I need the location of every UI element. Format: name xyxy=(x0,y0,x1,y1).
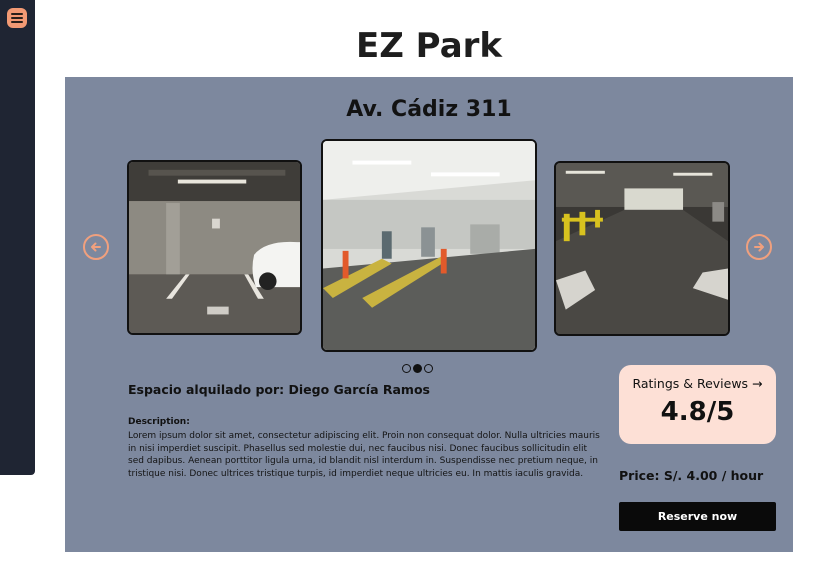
listing-address: Av. Cádiz 311 xyxy=(346,97,512,122)
ratings-reviews-card[interactable]: Ratings & Reviews → 4.8/5 xyxy=(619,365,776,444)
carousel-prev-button[interactable] xyxy=(83,234,109,260)
price-label: Price: S/. 4.00 / hour xyxy=(619,468,764,483)
arrow-left-circle-icon xyxy=(91,242,101,252)
carousel-next-button[interactable] xyxy=(746,234,772,260)
carousel-indicators xyxy=(402,364,433,373)
carousel-slide[interactable] xyxy=(554,161,730,336)
carousel-dot[interactable] xyxy=(402,364,411,373)
rating-value: 4.8/5 xyxy=(660,397,735,427)
parking-photo xyxy=(129,162,300,333)
description-text: Lorem ipsum dolor sit amet, consectetur … xyxy=(128,431,600,479)
carousel-dot-active[interactable] xyxy=(413,364,422,373)
owner-line: Espacio alquilado por: Diego García Ramo… xyxy=(128,382,430,397)
sidebar xyxy=(0,0,35,475)
hamburger-menu-icon[interactable] xyxy=(7,8,27,28)
ratings-title: Ratings & Reviews → xyxy=(632,376,763,391)
arrow-right-circle-icon xyxy=(754,242,764,252)
listing-panel: Av. Cádiz 311 Espacio alquilado por: Die… xyxy=(65,77,793,552)
reserve-now-button[interactable]: Reserve now xyxy=(619,502,776,531)
carousel-slide[interactable] xyxy=(127,160,302,335)
parking-photo xyxy=(556,163,728,334)
carousel-dot[interactable] xyxy=(424,364,433,373)
description-label: Description: xyxy=(128,417,190,427)
parking-photo xyxy=(323,141,535,350)
carousel-slide-active[interactable] xyxy=(321,139,537,352)
app-title: EZ Park xyxy=(355,26,503,66)
